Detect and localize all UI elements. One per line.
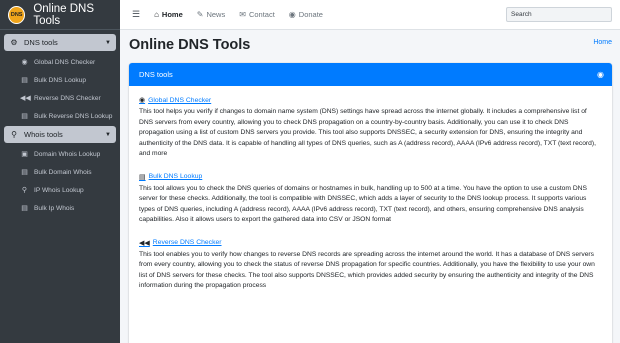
list-icon: ▤	[21, 113, 28, 120]
globe-icon: ◉	[139, 97, 146, 104]
sidebar-item-global-dns-checker[interactable]: ◉ Global DNS Checker	[2, 53, 118, 71]
sidebar-item-label: IP Whois Lookup	[34, 186, 84, 194]
brand-link[interactable]: DNS Online DNS Tools	[0, 0, 120, 30]
sidebar-item-label: Bulk Domain Whois	[34, 168, 92, 176]
chevron-down-icon: ▼	[105, 39, 111, 46]
nav-group-whois-tools: ⚲ Whois tools ▼ ▣ Domain Whois Lookup ▤ …	[2, 126, 118, 217]
sidebar-item-label: Bulk DNS Lookup	[34, 76, 87, 84]
sidebar-item-label: Global DNS Checker	[34, 58, 96, 66]
search-input[interactable]	[511, 11, 611, 18]
sidebar-item-label: Bulk Reverse DNS Lookup	[34, 112, 113, 120]
sidebar-item-reverse-dns-checker[interactable]: ◀◀ Reverse DNS Checker	[2, 89, 118, 107]
sidebar-item-label: Reverse DNS Checker	[34, 94, 101, 102]
sidebar-item-label: Bulk Ip Whois	[34, 204, 75, 212]
sidebar-item-ip-whois-lookup[interactable]: ⚲ IP Whois Lookup	[2, 181, 118, 199]
nav-contact-label: Contact	[248, 10, 275, 19]
nav-group-dns-tools: ⚙ DNS tools ▼ ◉ Global DNS Checker ▤ Bul…	[2, 34, 118, 125]
tool-link-bulk-dns-lookup[interactable]: ▤ Bulk DNS Lookup	[139, 173, 602, 181]
nav-header-dns-tools[interactable]: ⚙ DNS tools ▼	[4, 34, 116, 51]
sidebar-nav: ⚙ DNS tools ▼ ◉ Global DNS Checker ▤ Bul…	[0, 30, 120, 220]
sidebar-item-bulk-domain-whois[interactable]: ▤ Bulk Domain Whois	[2, 163, 118, 181]
nav-news-label: News	[206, 10, 226, 19]
newspaper-icon: ✎	[196, 10, 204, 19]
tool-link-global-dns-checker[interactable]: ◉ Global DNS Checker	[139, 96, 602, 105]
globe-icon: ◉	[597, 70, 604, 79]
tool-reverse-dns-checker: ◀◀ Reverse DNS Checker This tool enables…	[139, 239, 602, 292]
tool-title: Bulk DNS Lookup	[148, 173, 203, 180]
nav-home-label: Home	[161, 10, 183, 19]
backward-icon: ◀◀	[139, 239, 150, 247]
card-body: ◉ Global DNS Checker This tool helps you…	[129, 86, 612, 292]
tool-description: This tool enables you to verify how chan…	[139, 250, 595, 290]
list-icon: ▤	[139, 173, 146, 181]
search-icon: ⚲	[11, 130, 17, 139]
home-icon: ⌂	[154, 10, 159, 19]
top-navbar: ☰ ⌂ Home ✎ News ✉ Contact ◉ Donate	[120, 0, 620, 30]
sidebar: DNS Online DNS Tools ⚙ DNS tools ▼ ◉ Glo…	[0, 0, 120, 343]
list-icon: ▤	[21, 205, 28, 212]
sidebar-item-bulk-reverse-dns-lookup[interactable]: ▤ Bulk Reverse DNS Lookup	[2, 107, 118, 125]
nav-home[interactable]: ⌂ Home	[154, 10, 183, 19]
main-content: Online DNS Tools Home DNS tools ◉ ◉ Glob…	[120, 30, 620, 343]
domain-icon: ▣	[21, 151, 28, 158]
map-marker-icon: ⚲	[21, 187, 28, 194]
nav-news[interactable]: ✎ News	[197, 10, 225, 19]
tool-description: This tool helps you verify if changes to…	[139, 108, 596, 157]
card-header: DNS tools ◉	[129, 63, 612, 86]
breadcrumb-home[interactable]: Home	[593, 39, 612, 46]
nav-header-label: DNS tools	[24, 38, 58, 47]
tool-title: Global DNS Checker	[148, 96, 212, 104]
sidebar-item-domain-whois-lookup[interactable]: ▣ Domain Whois Lookup	[2, 145, 118, 163]
sidebar-item-label: Domain Whois Lookup	[34, 150, 101, 158]
brand-title: Online DNS Tools	[33, 2, 95, 27]
nav-donate[interactable]: ◉ Donate	[289, 10, 323, 19]
tool-bulk-dns-lookup: ▤ Bulk DNS Lookup This tool allows you t…	[139, 173, 602, 226]
tool-title: Reverse DNS Checker	[152, 239, 222, 246]
search-box	[506, 7, 612, 22]
tool-link-reverse-dns-checker[interactable]: ◀◀ Reverse DNS Checker	[139, 239, 602, 247]
nav-header-whois-tools[interactable]: ⚲ Whois tools ▼	[4, 126, 116, 143]
nav-contact[interactable]: ✉ Contact	[239, 10, 275, 19]
nav-donate-label: Donate	[298, 10, 323, 19]
chevron-down-icon: ▼	[105, 131, 111, 138]
envelope-icon: ✉	[239, 10, 246, 19]
tool-description: This tool allows you to check the DNS qu…	[139, 184, 587, 224]
list-icon: ▤	[21, 77, 28, 84]
list-icon: ▤	[21, 169, 28, 176]
card-title: DNS tools	[139, 70, 173, 79]
globe-icon: ◉	[21, 59, 28, 66]
sidebar-item-bulk-dns-lookup[interactable]: ▤ Bulk DNS Lookup	[2, 71, 118, 89]
sitemap-icon: ⚙	[10, 38, 18, 47]
nav-header-label: Whois tools	[24, 130, 63, 139]
donate-icon: ◉	[288, 10, 296, 19]
tool-global-dns-checker: ◉ Global DNS Checker This tool helps you…	[139, 96, 602, 160]
sidebar-item-bulk-ip-whois[interactable]: ▤ Bulk Ip Whois	[2, 199, 118, 217]
dns-tools-card: DNS tools ◉ ◉ Global DNS Checker This to…	[129, 63, 612, 343]
backward-icon: ◀◀	[20, 95, 31, 102]
menu-toggle-icon[interactable]: ☰	[132, 9, 140, 20]
brand-logo: DNS	[8, 5, 26, 24]
page-title: Online DNS Tools	[129, 37, 251, 53]
